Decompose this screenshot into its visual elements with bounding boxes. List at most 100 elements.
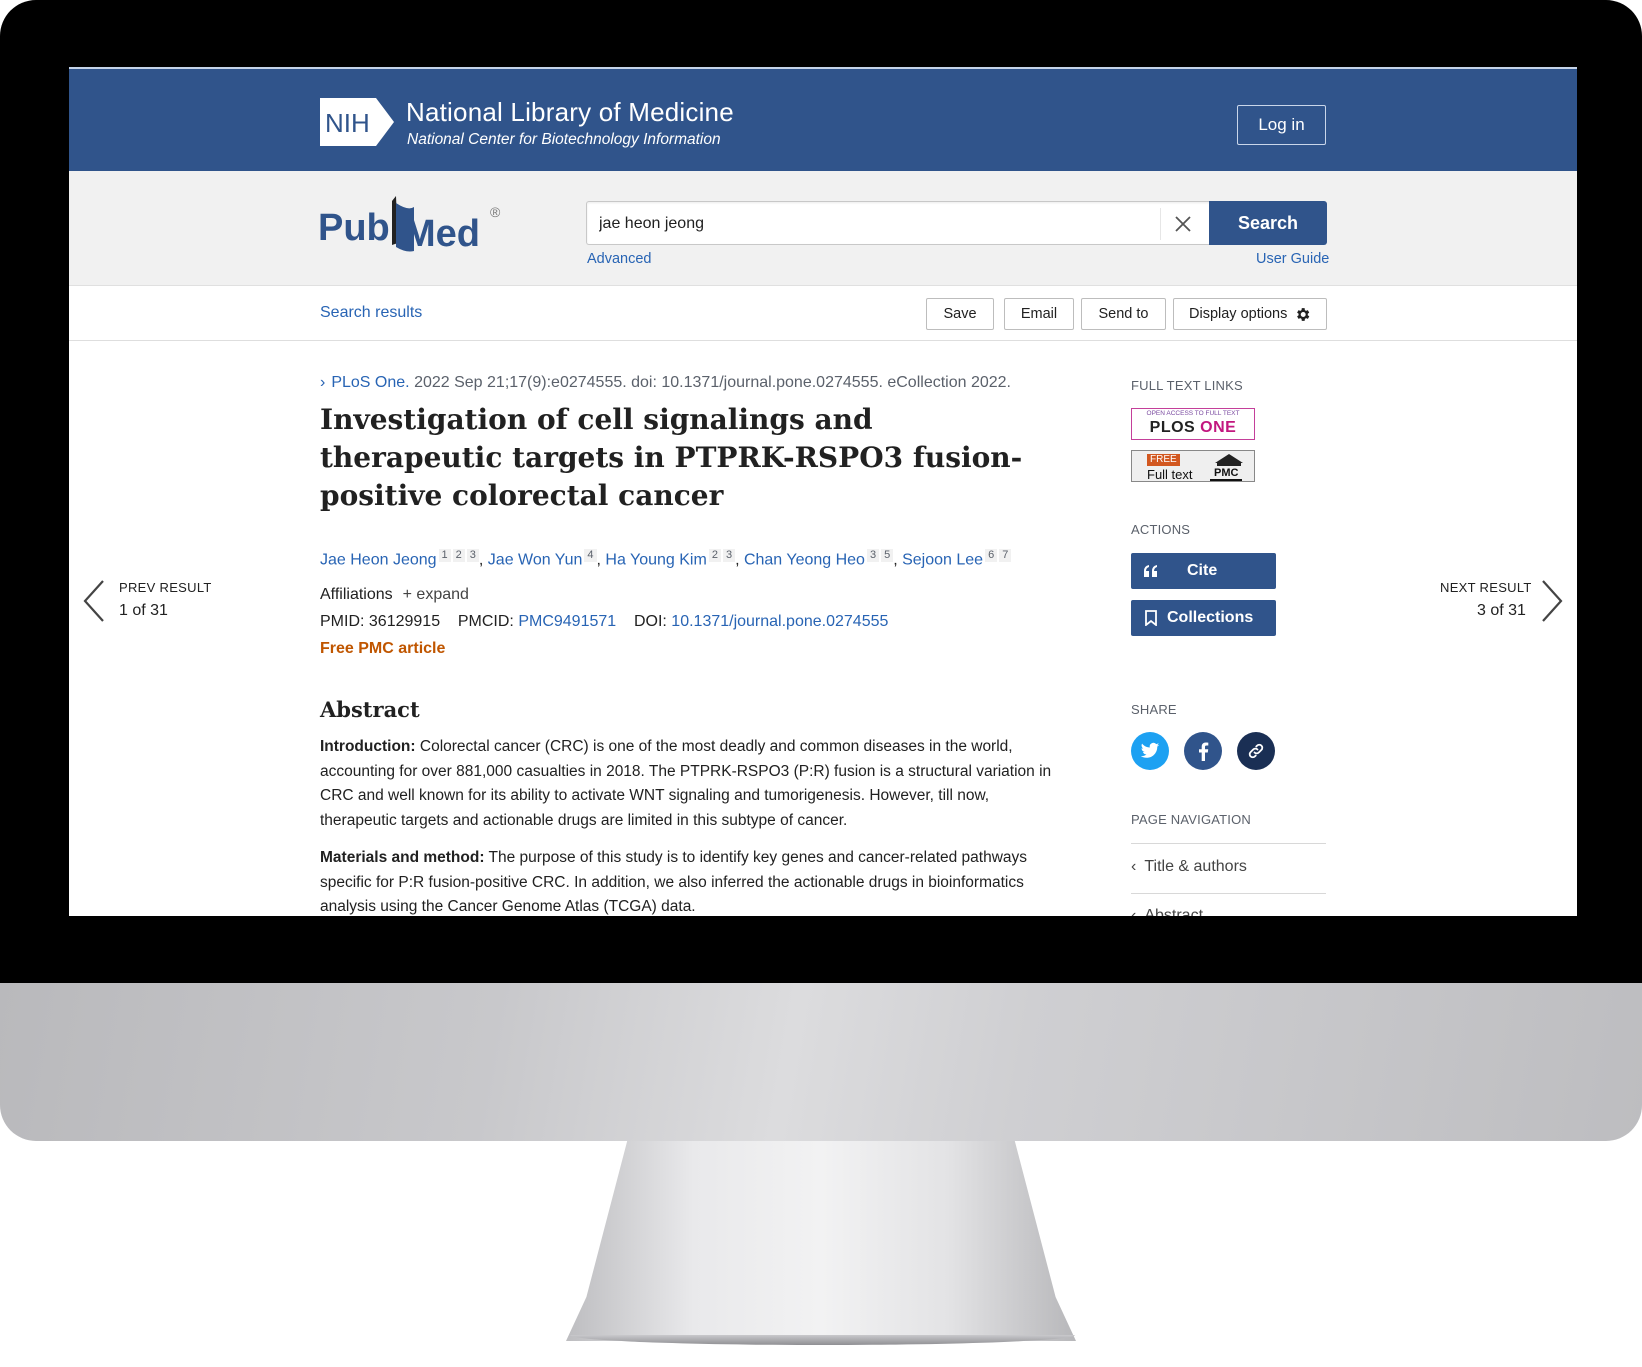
page-navigation-divider [1131,893,1326,894]
twitter-share-button[interactable] [1131,732,1169,770]
intro-label: Introduction: [320,738,416,755]
affiliation-ref[interactable]: 7 [999,549,1012,562]
affiliation-ref[interactable]: 6 [985,549,998,562]
article-title: Investigation of cell signalings and the… [320,403,1023,512]
pubmed-logo-icon[interactable]: Pub Med ® [318,193,503,263]
link-icon [1248,743,1264,759]
twitter-icon [1140,742,1160,758]
pmcid-label: PMCID: [457,613,514,630]
page-nav-abstract[interactable]: ‹ Abstract [1131,907,1203,916]
pmc-free-tag: FREE [1147,454,1180,466]
affiliation-ref[interactable]: 4 [584,549,597,562]
facebook-icon [1198,741,1208,761]
page-nav-item-label: Title & authors [1144,858,1247,875]
save-button[interactable]: Save [926,298,994,330]
doi-label: DOI: [633,613,667,630]
plos-badge-plos: PLOS [1149,419,1196,436]
affiliation-ref[interactable]: 5 [881,549,894,562]
plos-one-fulltext-link[interactable]: OPEN ACCESS TO FULL TEXT PLOS ONE [1131,408,1255,440]
next-result-label[interactable]: NEXT RESULT [1440,580,1532,595]
prev-result-count: 1 of 31 [119,602,168,619]
collections-label: Collections [1167,609,1254,626]
author-list: Jae Heon Jeong 1 2 3, Jae Won Yun 4, Ha Youn… [320,549,1060,569]
browser-screen: NIH National Library of Medicine Nationa… [69,67,1577,916]
nih-logo-icon[interactable]: NIH [320,96,400,148]
affiliation-ref[interactable]: 3 [866,549,880,562]
permalink-share-button[interactable] [1237,732,1275,770]
affiliation-ref[interactable]: 3 [722,549,736,562]
search-box [586,201,1211,245]
actions-heading: ACTIONS [1131,522,1191,537]
chevron-left-icon: ‹ [1131,858,1137,875]
affiliations-label: Affiliations [320,586,393,603]
free-pmc-badge: Free PMC article [320,640,446,657]
author-link[interactable]: Ha Young Kim [605,551,706,568]
identifiers-row: PMID: 36129915 PMCID: PMC9491571 DOI: 10… [320,613,888,631]
nih-subtitle: National Center for Biotechnology Inform… [407,131,721,148]
svg-text:NIH: NIH [325,108,370,138]
author-link[interactable]: Chan Yeong Heo [744,551,865,568]
plos-badge-one: ONE [1200,419,1237,436]
share-heading: SHARE [1131,702,1177,717]
collections-button[interactable]: Collections [1131,600,1276,636]
intro-text: Colorectal cancer (CRC) is one of the mo… [320,738,1052,829]
page-navigation-divider [1131,843,1326,844]
search-input[interactable] [599,212,1139,236]
next-result-count: 3 of 31 [1477,602,1526,619]
close-icon [1174,216,1191,232]
svg-text:Med: Med [404,213,480,255]
journal-name-link[interactable]: PLoS One. [331,374,409,391]
plos-badge-logo: PLOS ONE [1132,419,1254,437]
abstract-heading: Abstract [320,697,420,722]
page-nav-title-authors[interactable]: ‹ Title & authors [1131,858,1247,876]
plos-badge-caption: OPEN ACCESS TO FULL TEXT [1146,410,1240,417]
citation-details: 2022 Sep 21;17(9):e0274555. doi: 10.1371… [414,374,1011,391]
pmcid-link[interactable]: PMC9491571 [518,613,616,630]
affiliation-ref[interactable]: 1 [438,549,451,562]
send-to-button[interactable]: Send to [1081,298,1166,330]
affiliation-ref[interactable]: 2 [452,549,465,562]
prev-result-label[interactable]: PREV RESULT [119,580,212,595]
affiliation-ref[interactable]: 3 [466,549,479,562]
monitor-stand [566,1141,1076,1341]
next-result-chevron-icon[interactable] [1539,578,1565,624]
chevron-right-icon: › [320,374,326,391]
clear-search-button[interactable] [1160,208,1204,240]
email-button[interactable]: Email [1004,298,1074,330]
abstract-introduction: Introduction: Colorectal cancer (CRC) is… [320,735,1055,833]
quote-icon [1144,565,1157,577]
facebook-share-button[interactable] [1184,732,1222,770]
doi-link[interactable]: 10.1371/journal.pone.0274555 [671,613,888,630]
prev-result-chevron-icon[interactable] [81,578,107,624]
search-results-link[interactable]: Search results [320,304,422,322]
expand-affiliations-button[interactable]: + expand [403,586,469,603]
display-options-button[interactable]: Display options [1173,298,1327,330]
bookmark-icon [1145,610,1157,626]
affiliation-ref[interactable]: 2 [708,549,721,562]
full-text-links-heading: FULL TEXT LINKS [1131,378,1243,393]
search-band: Pub Med ® Search Advanced User Guide [69,171,1577,286]
pmc-fulltext-link[interactable]: FREE Full text PMC [1131,450,1255,482]
author-link[interactable]: Jae Heon Jeong [320,551,437,568]
user-guide-link[interactable]: User Guide [1256,251,1329,267]
monitor-stand-foot [570,1335,1075,1345]
search-button[interactable]: Search [1209,201,1327,245]
page-navigation-heading: PAGE NAVIGATION [1131,812,1252,827]
abstract-methods: Materials and method: The purpose of thi… [320,846,1055,916]
cite-button[interactable]: Cite [1131,553,1276,589]
gear-icon [1297,307,1310,321]
monitor-chin [0,983,1642,1141]
pmc-fulltext-label: Full text [1147,467,1193,482]
methods-label: Materials and method: [320,849,485,866]
pmc-building-icon [1215,454,1243,466]
author-link[interactable]: Jae Won Yun [488,551,583,568]
svg-text:®: ® [490,204,501,220]
nih-header: NIH National Library of Medicine Nationa… [69,67,1577,171]
affiliations-row: Affiliations + expand [320,586,469,604]
advanced-search-link[interactable]: Advanced [587,251,652,267]
chevron-left-icon: ‹ [1131,907,1137,916]
login-button[interactable]: Log in [1237,105,1326,145]
pmc-label: PMC [1210,467,1243,481]
author-link[interactable]: Sejoon Lee [902,551,983,568]
pmid-value: 36129915 [368,613,441,630]
